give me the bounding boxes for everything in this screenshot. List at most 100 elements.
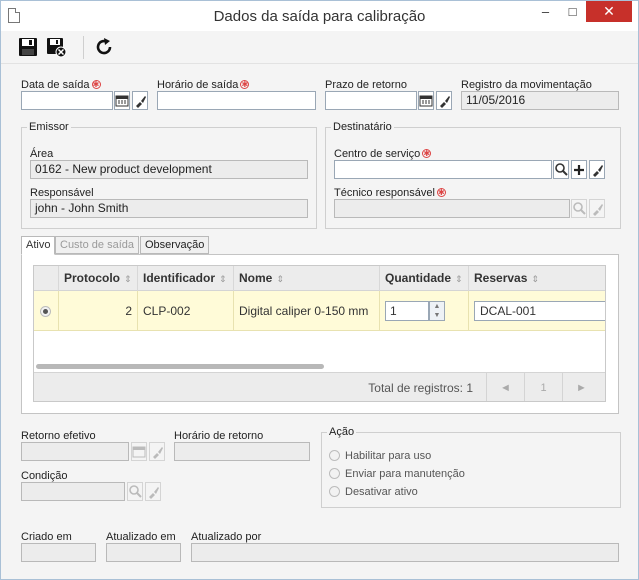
save-and-close-button[interactable]: [45, 36, 69, 58]
next-page-button[interactable]: ►: [562, 373, 600, 401]
data-saida-input[interactable]: [21, 91, 113, 110]
acao-legend: Ação: [329, 426, 355, 438]
sort-icon: ⇕: [455, 274, 463, 284]
retorno-efetivo-input: [21, 442, 129, 461]
select-column-header: [34, 266, 59, 291]
total-records: Total de registros: 1: [368, 381, 473, 395]
close-button[interactable]: ✕: [586, 1, 632, 22]
destinatario-legend: Destinatário: [333, 121, 392, 133]
required-icon: ✱: [436, 188, 446, 197]
calendar-icon: [419, 95, 433, 107]
cell-identificador: CLP-002: [138, 291, 234, 331]
option-desativar[interactable]: Desativar ativo: [329, 486, 418, 498]
cell-protocolo: 2: [59, 291, 138, 331]
option-enviar-manutencao[interactable]: Enviar para manutenção: [329, 468, 465, 480]
column-reservas[interactable]: Reservas ⇕: [469, 266, 605, 291]
emissor-legend: Emissor: [29, 121, 69, 133]
clear-date-button[interactable]: [132, 91, 148, 110]
calendar-icon: [115, 95, 129, 107]
quantity-spin-buttons[interactable]: ▲ ▼: [429, 301, 445, 321]
grid-footer: Total de registros: 1 ◄ 1 ►: [34, 372, 605, 401]
refresh-button[interactable]: [93, 36, 117, 58]
row-radio[interactable]: [40, 306, 51, 317]
asset-grid: Protocolo ⇕ Identificador ⇕ Nome ⇕ Quantida…: [33, 265, 606, 402]
prev-page-button[interactable]: ◄: [486, 373, 524, 401]
toolbar-separator: [83, 36, 84, 59]
registro-movimentacao-label: Registro da movimentação: [461, 79, 592, 91]
refresh-icon: [96, 38, 112, 55]
toolbar: [1, 31, 638, 64]
search-icon: [555, 163, 568, 176]
clear-date-button[interactable]: [436, 91, 452, 110]
dialog-window: Dados da saída para calibração – □ ✕ Dat…: [0, 0, 639, 580]
search-button[interactable]: [553, 160, 569, 179]
horizontal-scrollbar[interactable]: [34, 364, 605, 372]
prazo-retorno-label: Prazo de retorno: [325, 79, 407, 91]
column-identificador[interactable]: Identificador ⇕: [138, 266, 234, 291]
required-icon: ✱: [240, 80, 250, 89]
condicao-input: [21, 482, 125, 501]
atualizado-por-label: Atualizado por: [191, 531, 262, 543]
criado-em-label: Criado em: [21, 531, 72, 543]
column-nome[interactable]: Nome ⇕: [234, 266, 380, 291]
cell-reservas: DCAL-001: [469, 291, 605, 331]
sort-icon: ⇕: [219, 274, 227, 284]
required-icon: ✱: [91, 80, 101, 89]
prazo-retorno-input[interactable]: [325, 91, 417, 110]
horario-retorno-input: [174, 442, 310, 461]
centro-servico-input[interactable]: [334, 160, 552, 179]
clear-button-disabled: [145, 482, 161, 501]
sort-icon: ⇕: [124, 274, 132, 284]
radio-enviar-manutencao[interactable]: [329, 468, 340, 479]
column-protocolo[interactable]: Protocolo ⇕: [59, 266, 138, 291]
horario-retorno-label: Horário de retorno: [174, 430, 264, 442]
save-button[interactable]: [17, 36, 41, 58]
tecnico-responsavel-label: Técnico responsável ✱: [334, 187, 446, 199]
registro-movimentacao-field: 11/05/2016: [461, 91, 619, 110]
sort-icon: ⇕: [276, 274, 284, 284]
table-row[interactable]: 2 CLP-002 Digital caliper 0-150 mm 1 ▲ ▼ …: [34, 291, 605, 331]
reservas-input[interactable]: DCAL-001: [474, 301, 605, 321]
sort-icon: ⇕: [531, 274, 539, 284]
page-number[interactable]: 1: [524, 373, 562, 401]
responsavel-field: john - John Smith: [30, 199, 308, 218]
clear-button[interactable]: [589, 160, 605, 179]
eraser-icon: [153, 447, 163, 459]
column-quantidade[interactable]: Quantidade ⇕: [380, 266, 469, 291]
grid-header: Protocolo ⇕ Identificador ⇕ Nome ⇕ Quantida…: [34, 266, 605, 291]
horario-saida-input[interactable]: [157, 91, 316, 110]
maximize-button[interactable]: □: [559, 1, 586, 22]
minimize-button[interactable]: –: [532, 1, 559, 22]
condicao-label: Condição: [21, 470, 68, 482]
area-field: 0162 - New product development: [30, 160, 308, 179]
criado-em-field: [21, 543, 96, 562]
title-bar: Dados da saída para calibração – □ ✕: [1, 1, 638, 31]
search-icon: [129, 485, 142, 498]
calendar-button[interactable]: [114, 91, 130, 110]
option-habilitar[interactable]: Habilitar para uso: [329, 450, 431, 462]
cell-nome: Digital caliper 0-150 mm: [234, 291, 380, 331]
tecnico-responsavel-input: [334, 199, 570, 218]
search-button-disabled: [571, 199, 587, 218]
tab-ativo[interactable]: Ativo: [21, 236, 56, 255]
quantity-stepper[interactable]: 1: [385, 301, 429, 321]
data-saida-label: Data de saída ✱: [21, 79, 101, 91]
clear-button-disabled: [589, 199, 605, 218]
clear-date-button-disabled: [149, 442, 165, 461]
eraser-icon: [136, 96, 146, 108]
search-icon: [573, 202, 586, 215]
eraser-icon: [149, 487, 159, 499]
area-label: Área: [30, 148, 54, 160]
tab-custo-saida[interactable]: Custo de saída: [55, 236, 139, 254]
calendar-button[interactable]: [418, 91, 434, 110]
radio-desativar[interactable]: [329, 486, 340, 497]
calendar-button-disabled: [131, 442, 147, 461]
row-select-cell[interactable]: [34, 291, 59, 331]
retorno-efetivo-label: Retorno efetivo: [21, 430, 96, 442]
plus-icon: [574, 165, 584, 175]
tab-observacao[interactable]: Observação: [140, 236, 210, 254]
add-button[interactable]: [571, 160, 587, 179]
scrollbar-thumb[interactable]: [36, 364, 324, 369]
eraser-icon: [440, 96, 450, 108]
radio-habilitar[interactable]: [329, 450, 340, 461]
